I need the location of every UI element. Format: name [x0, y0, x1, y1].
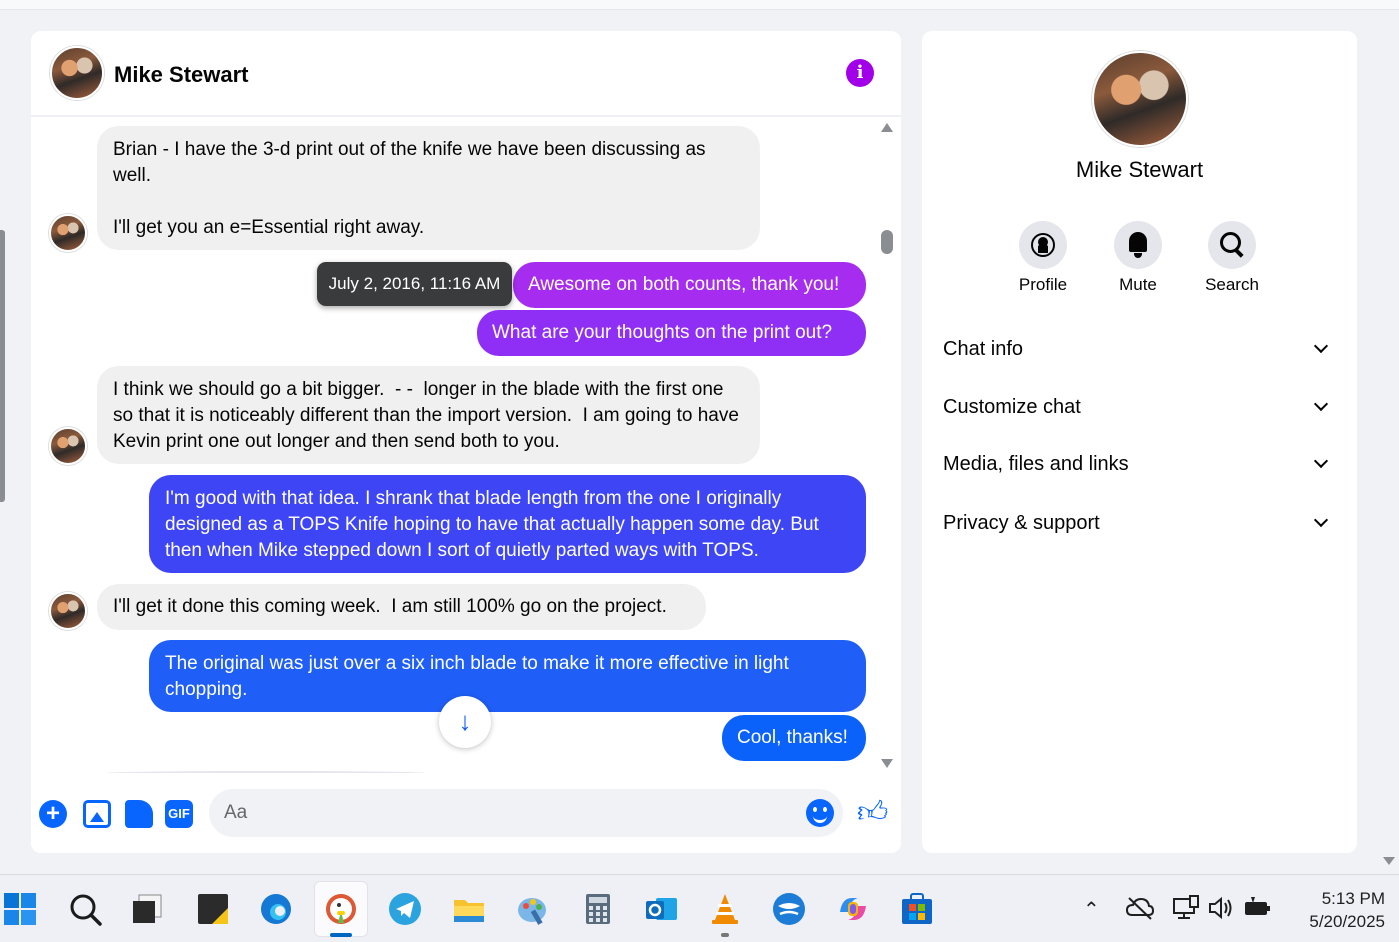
show-hidden-icons-chevron-icon[interactable]: ⌃ — [1083, 897, 1100, 922]
telegram-icon[interactable] — [388, 892, 422, 926]
vlc-icon[interactable] — [708, 892, 742, 926]
scroll-up-arrow[interactable] — [881, 123, 893, 132]
duckduckgo-icon[interactable] — [324, 892, 358, 926]
browser-top-strip — [0, 0, 1399, 10]
edge-icon[interactable] — [259, 892, 293, 926]
battery-charging-icon[interactable] — [1243, 895, 1271, 927]
left-page-scrollbar[interactable] — [0, 230, 5, 502]
composer-bar: + GIF 👍︎ — [31, 779, 901, 853]
chevron-down-icon[interactable] — [1313, 338, 1329, 354]
message-bubble-incoming[interactable]: Brian - I have the 3-d print out of the … — [97, 126, 760, 250]
thumbs-up-icon[interactable]: 👍︎ — [857, 797, 888, 829]
contact-name[interactable]: Mike Stewart — [114, 62, 249, 88]
sticky-notes-icon[interactable] — [196, 892, 230, 926]
profile-label: Profile — [1018, 275, 1068, 294]
page-scroll-down-arrow[interactable] — [1383, 857, 1395, 865]
system-clock[interactable]: 5:13 PM 5/20/2025 — [1285, 887, 1385, 933]
message-bubble-outgoing[interactable]: Awesome on both counts, thank you! — [513, 262, 866, 308]
task-view-icon[interactable] — [130, 892, 164, 926]
open-app-indicator — [721, 933, 729, 937]
paint-icon[interactable] — [516, 892, 550, 926]
search-label: Search — [1205, 275, 1259, 294]
onedrive-icon[interactable] — [1125, 895, 1155, 927]
clock-time: 5:13 PM — [1321, 889, 1385, 908]
message-bubble-outgoing[interactable]: I'm good with that idea. I shrank that b… — [149, 475, 866, 573]
info-icon[interactable]: i — [846, 59, 874, 87]
gif-icon[interactable]: GIF — [165, 800, 193, 828]
search-icon[interactable] — [1208, 221, 1256, 269]
message-bubble-outgoing[interactable]: The original was just over a six inch bl… — [149, 640, 866, 712]
message-bubble-incoming[interactable]: I think we should go a bit bigger. - - l… — [97, 366, 760, 464]
chevron-down-icon[interactable] — [1313, 512, 1329, 528]
search-icon[interactable] — [68, 892, 102, 926]
message-input[interactable] — [209, 789, 843, 837]
chevron-down-icon[interactable] — [1313, 396, 1329, 412]
message-avatar[interactable] — [49, 214, 87, 252]
section-media-files-links[interactable]: Media, files and links — [943, 444, 1336, 484]
mute-action[interactable]: Mute — [1098, 221, 1178, 295]
section-privacy-support[interactable]: Privacy & support — [943, 503, 1336, 543]
photo-icon[interactable] — [83, 800, 111, 828]
bell-icon[interactable] — [1114, 221, 1162, 269]
network-icon[interactable] — [1172, 895, 1200, 927]
clock-date: 5/20/2025 — [1309, 912, 1385, 931]
message-avatar[interactable] — [49, 427, 87, 465]
volume-icon[interactable] — [1207, 895, 1235, 927]
profile-action[interactable]: Profile — [1003, 221, 1083, 295]
start-icon[interactable] — [3, 892, 37, 926]
contact-avatar[interactable] — [50, 46, 104, 100]
section-label: Customize chat — [943, 396, 1081, 418]
message-bubble-outgoing[interactable]: Cool, thanks! — [722, 715, 866, 761]
message-bubble-incoming[interactable]: I'll get it done this coming week. I am … — [97, 584, 706, 630]
active-app-indicator — [330, 933, 352, 937]
scroll-to-bottom-button[interactable]: ↓ — [439, 696, 491, 748]
scrollbar-thumb[interactable] — [881, 230, 893, 254]
section-customize-chat[interactable]: Customize chat — [943, 387, 1336, 427]
calculator-icon[interactable] — [581, 892, 615, 926]
chat-header: Mike Stewart i — [31, 31, 901, 117]
profile-icon[interactable] — [1019, 221, 1067, 269]
chat-panel: Mike Stewart i Brian - I have the 3-d pr… — [31, 31, 901, 853]
timestamp-tooltip: July 2, 2016, 11:16 AM — [317, 262, 512, 306]
search-action[interactable]: Search — [1192, 221, 1272, 295]
section-label: Chat info — [943, 338, 1024, 360]
message-bubble-outgoing[interactable]: What are your thoughts on the print out? — [477, 310, 866, 356]
windows-taskbar: ⌃ 5:13 PM 5/20/2025 — [0, 874, 1399, 942]
outlook-icon[interactable] — [644, 892, 678, 926]
message-avatar[interactable] — [49, 592, 87, 630]
copilot-icon[interactable] — [836, 892, 870, 926]
conversation-info-panel: Mike Stewart Profile Mute Search Chat in… — [922, 31, 1357, 853]
emoji-icon[interactable] — [806, 799, 834, 827]
microsoft-store-icon[interactable] — [900, 892, 934, 926]
plus-icon[interactable]: + — [39, 800, 67, 828]
mute-label: Mute — [1119, 275, 1157, 294]
sticker-icon[interactable] — [125, 800, 153, 828]
chevron-down-icon[interactable] — [1313, 453, 1329, 469]
info-avatar[interactable] — [1092, 51, 1188, 147]
section-chat-info[interactable]: Chat info — [943, 329, 1336, 369]
section-label: Privacy & support — [943, 512, 1100, 534]
section-label: Media, files and links — [943, 453, 1129, 475]
scroll-down-arrow[interactable] — [881, 759, 893, 768]
partial-message-edge — [106, 771, 426, 775]
feedback-hub-icon[interactable] — [772, 892, 806, 926]
info-contact-name: Mike Stewart — [1075, 157, 1204, 182]
file-explorer-icon[interactable] — [452, 892, 486, 926]
